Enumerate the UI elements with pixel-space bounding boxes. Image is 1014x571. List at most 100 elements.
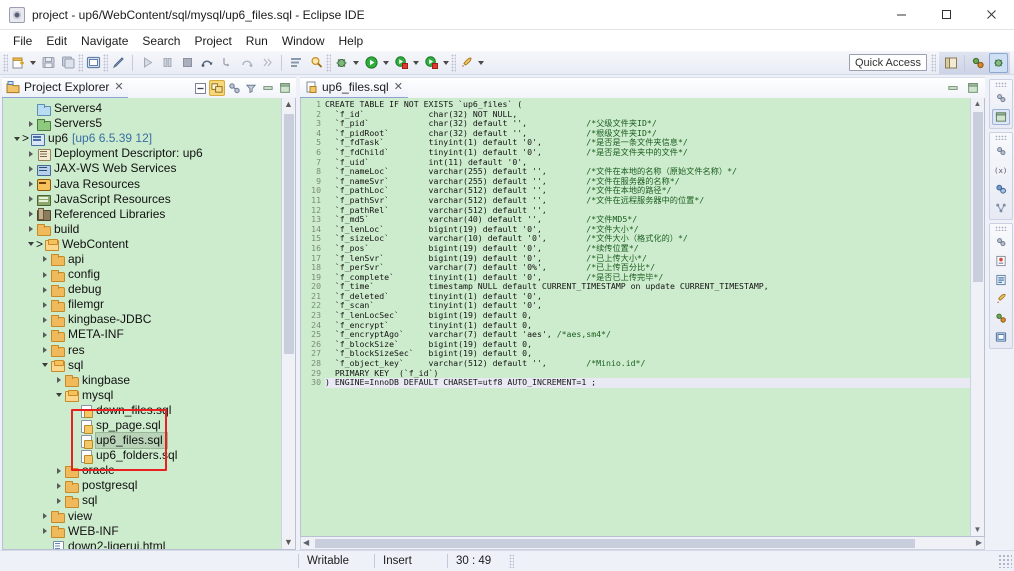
external-tools-dropdown[interactable]: [476, 53, 486, 73]
tree-item-oracle[interactable]: oracle: [3, 463, 281, 478]
open-console-icon[interactable]: [84, 53, 103, 73]
tree-item-web-inf[interactable]: WEB-INF: [3, 524, 281, 539]
restore-icon[interactable]: [992, 234, 1010, 250]
scroll-down-icon[interactable]: ▼: [284, 538, 293, 547]
code-line[interactable]: ) ENGINE=InnoDB DEFAULT CHARSET=utf8 AUT…: [325, 378, 970, 388]
tree-scroll-thumb[interactable]: [284, 114, 294, 354]
chevron-right-icon[interactable]: [25, 116, 36, 131]
perspective-drag-handle[interactable]: [931, 53, 936, 72]
console-icon[interactable]: [992, 329, 1010, 345]
tree-item-debug[interactable]: debug: [3, 282, 281, 297]
servers-icon[interactable]: [992, 291, 1010, 307]
tree-item-build[interactable]: build: [3, 222, 281, 237]
tree-item-sql[interactable]: sql: [3, 358, 281, 373]
chevron-right-icon[interactable]: [39, 509, 50, 524]
tree-item-kingbase-jdbc[interactable]: kingbase-JDBC: [3, 312, 281, 327]
tree-item-down-files-sql[interactable]: down_files.sql: [3, 403, 281, 419]
tree-item-meta-inf[interactable]: META-INF: [3, 327, 281, 342]
maximize-editor-icon[interactable]: [965, 80, 981, 96]
new-wizard-dropdown[interactable]: [28, 53, 38, 73]
restore-icon[interactable]: [992, 90, 1010, 106]
terminate-icon[interactable]: [178, 53, 197, 73]
chevron-right-icon[interactable]: [53, 478, 64, 493]
chevron-down-icon[interactable]: [39, 358, 50, 373]
breakpoints-icon[interactable]: [992, 181, 1010, 197]
data-source-explorer-icon[interactable]: [992, 310, 1010, 326]
new-wizard-icon[interactable]: [9, 53, 28, 73]
step-over-icon[interactable]: [198, 53, 217, 73]
scroll-down-icon[interactable]: ▼: [974, 526, 982, 534]
chevron-down-icon[interactable]: [25, 237, 36, 252]
tree-item-view[interactable]: view: [3, 509, 281, 524]
run-icon[interactable]: [362, 53, 381, 73]
menu-help[interactable]: Help: [332, 32, 371, 50]
chevron-right-icon[interactable]: [39, 282, 50, 297]
profile-on-server-dropdown[interactable]: [441, 53, 451, 73]
restore-icon[interactable]: [992, 143, 1010, 159]
open-type-icon[interactable]: [287, 53, 306, 73]
tree-item-sql[interactable]: sql: [3, 493, 281, 508]
tree-item-up6[interactable]: > up6 [up6 6.5.39 12]: [3, 131, 281, 146]
variables-icon[interactable]: (x)=: [992, 162, 1010, 178]
tree-item-javascript-resources[interactable]: JavaScript Resources: [3, 192, 281, 207]
link-with-editor-icon[interactable]: [209, 80, 225, 96]
tree-item-filemgr[interactable]: filemgr: [3, 297, 281, 312]
tab-up6-files-sql[interactable]: up6_files.sql ✕: [300, 77, 408, 99]
scroll-left-icon[interactable]: ◀: [303, 539, 309, 547]
save-all-icon[interactable]: [59, 53, 78, 73]
search-icon[interactable]: [307, 53, 326, 73]
editor-vertical-scrollbar[interactable]: ▲ ▼: [970, 98, 984, 536]
project-explorer-icon[interactable]: [991, 109, 1010, 125]
collapse-all-icon[interactable]: [192, 80, 208, 96]
properties-icon[interactable]: [992, 272, 1010, 288]
tree-item-mysql[interactable]: mysql: [3, 388, 281, 403]
status-drag-handle[interactable]: [509, 554, 515, 568]
scroll-up-icon[interactable]: ▲: [974, 100, 982, 108]
minimize-view-icon[interactable]: [260, 80, 276, 96]
chevron-right-icon[interactable]: [53, 493, 64, 508]
tree-item-res[interactable]: res: [3, 343, 281, 358]
minimize-editor-icon[interactable]: [945, 80, 961, 96]
tree-item-sp-page-sql[interactable]: sp_page.sql: [3, 418, 281, 434]
run-on-server-dropdown[interactable]: [411, 53, 421, 73]
markers-icon[interactable]: [992, 253, 1010, 269]
menu-file[interactable]: File: [6, 32, 39, 50]
tree-item-jax-ws-web-services[interactable]: JAX-WS Web Services: [3, 161, 281, 176]
profile-on-server-icon[interactable]: [422, 53, 441, 73]
source-code[interactable]: CREATE TABLE IF NOT EXISTS `up6_files` (…: [323, 98, 970, 536]
quick-access-input[interactable]: Quick Access: [848, 54, 927, 71]
tree-item-kingbase[interactable]: kingbase: [3, 373, 281, 388]
menu-project[interactable]: Project: [187, 32, 238, 50]
tree-item-up6-files-sql[interactable]: up6_files.sql: [3, 432, 281, 450]
tree-item-servers4[interactable]: Servers4: [3, 101, 281, 116]
run-dropdown[interactable]: [381, 53, 391, 73]
drag-handle[interactable]: [994, 226, 1007, 231]
tree-item-servers5[interactable]: Servers5: [3, 116, 281, 131]
chevron-right-icon[interactable]: [39, 312, 50, 327]
project-tree[interactable]: Servers4 Servers5 > up6 [up6 6.5.39 12] Depl…: [3, 98, 281, 549]
debug-dropdown[interactable]: [351, 53, 361, 73]
scroll-right-icon[interactable]: ▶: [976, 539, 982, 547]
tree-item-down2-ligerui-html[interactable]: down2-ligerui.html: [3, 539, 281, 549]
step-into-icon[interactable]: [218, 53, 237, 73]
tree-item-deployment-descriptor-up6[interactable]: Deployment Descriptor: up6: [3, 146, 281, 161]
chevron-right-icon[interactable]: [39, 327, 50, 342]
resume-icon[interactable]: [258, 53, 277, 73]
maximize-view-icon[interactable]: [277, 80, 293, 96]
menu-window[interactable]: Window: [275, 32, 332, 50]
chevron-right-icon[interactable]: [39, 267, 50, 282]
tree-item-config[interactable]: config: [3, 267, 281, 282]
java-ee-perspective-icon[interactable]: [969, 53, 988, 73]
tree-item-postgresql[interactable]: postgresql: [3, 478, 281, 493]
chevron-right-icon[interactable]: [25, 177, 36, 192]
outline-icon[interactable]: [992, 200, 1010, 216]
tree-item-api[interactable]: api: [3, 252, 281, 267]
resize-grip[interactable]: [998, 554, 1012, 568]
chevron-right-icon[interactable]: [25, 222, 36, 237]
tree-item-webcontent[interactable]: > WebContent: [3, 237, 281, 252]
tree-vertical-scrollbar[interactable]: ▲ ▼: [281, 98, 295, 549]
debug-icon[interactable]: [332, 53, 351, 73]
minimize-button[interactable]: [879, 0, 924, 30]
view-menu-filter-icon[interactable]: [243, 80, 259, 96]
tab-project-explorer[interactable]: Project Explorer ✕: [2, 77, 128, 99]
